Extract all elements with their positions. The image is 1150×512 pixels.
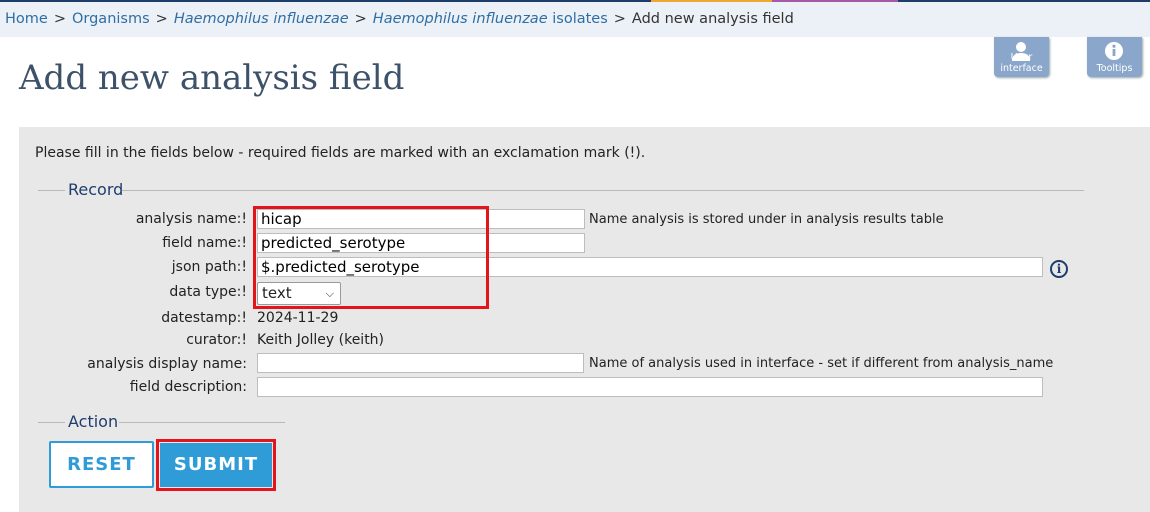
json-path-label: json path:!	[171, 259, 247, 275]
breadcrumb: Home > Organisms > Haemophilus influenzae > Ha…	[0, 2, 1150, 37]
action-rule-right	[119, 422, 285, 423]
curator-label: curator:!	[186, 332, 247, 348]
breadcrumb-organisms[interactable]: Organisms	[72, 11, 150, 27]
field-description-input[interactable]	[257, 377, 1043, 397]
analysis-name-label: analysis name:!	[135, 211, 247, 227]
datestamp-label: datestamp:!	[161, 310, 247, 326]
datestamp-value: 2024-11-29	[257, 310, 339, 326]
analysis-display-name-label: analysis display name:	[87, 356, 247, 372]
curator-value: Keith Jolley (keith)	[257, 332, 385, 348]
action-legend: Action	[68, 412, 119, 431]
highlight-box-fields	[253, 206, 489, 309]
breadcrumb-organism[interactable]: Haemophilus influenzae	[174, 11, 349, 27]
breadcrumb-isolates-suffix: isolates	[547, 11, 608, 27]
info-icon	[1105, 42, 1123, 60]
info-icon[interactable]: i	[1050, 260, 1068, 278]
tooltips-label: Tooltips	[1096, 63, 1133, 74]
data-type-label: data type:!	[169, 284, 247, 300]
analysis-display-name-input[interactable]	[257, 353, 584, 373]
tooltips-button[interactable]: Tooltips	[1087, 37, 1142, 77]
breadcrumb-home[interactable]: Home	[5, 11, 48, 27]
breadcrumb-separator: >	[155, 11, 168, 27]
user-interface-button[interactable]: User interface	[994, 37, 1049, 77]
user-interface-label: User interface	[1000, 52, 1043, 74]
breadcrumb-separator: >	[53, 11, 66, 27]
intro-text: Please fill in the fields below - requir…	[35, 145, 646, 161]
analysis-name-hint: Name analysis is stored under in analysi…	[589, 212, 944, 227]
breadcrumb-isolates[interactable]: Haemophilus influenzae isolates	[373, 11, 608, 27]
breadcrumb-organism-label: Haemophilus influenzae	[173, 11, 349, 27]
record-rule-right	[122, 190, 1084, 191]
action-rule-left	[38, 422, 65, 423]
reset-button[interactable]: RESET	[49, 441, 154, 488]
record-rule-left	[38, 190, 65, 191]
breadcrumb-current: Add new analysis field	[631, 11, 794, 27]
breadcrumb-separator: >	[354, 11, 367, 27]
breadcrumb-separator: >	[613, 11, 626, 27]
field-name-label: field name:!	[162, 235, 247, 251]
field-description-label: field description:	[129, 379, 247, 395]
breadcrumb-isolates-italic: Haemophilus influenzae	[372, 11, 548, 27]
analysis-display-name-hint: Name of analysis used in interface - set…	[589, 356, 1054, 371]
page-title: Add new analysis field	[19, 58, 405, 98]
record-legend: Record	[68, 180, 124, 199]
highlight-box-submit	[156, 439, 276, 491]
